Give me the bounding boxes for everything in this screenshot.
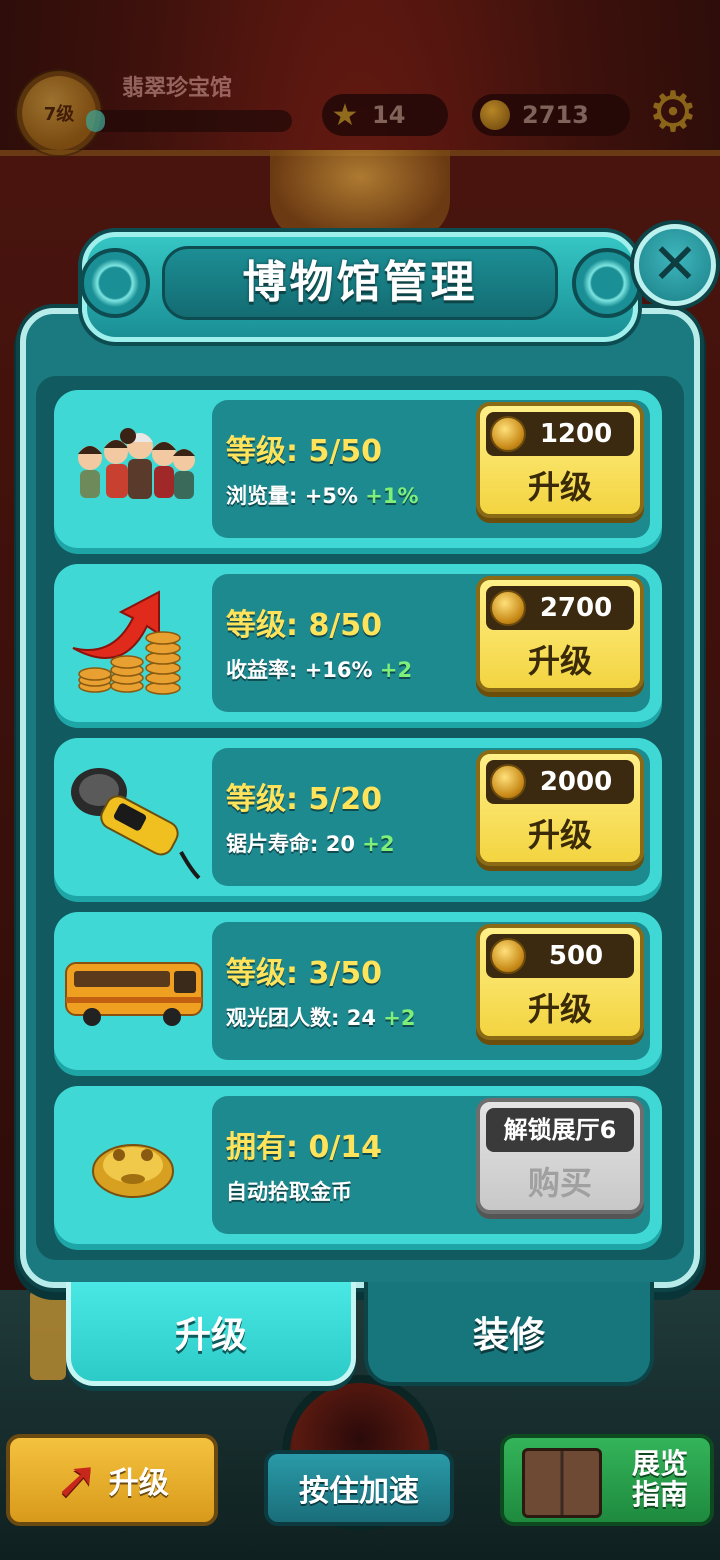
coin-icon: [478, 98, 512, 132]
visitors-group-icon: [60, 400, 206, 538]
guide-line-2: 指南: [631, 1478, 688, 1511]
tab-upgrade-label: 升级: [174, 1314, 247, 1356]
card-level: 等级: 5/20: [226, 782, 383, 817]
upgrade-button[interactable]: 500 升级: [476, 924, 644, 1040]
golden-toad-icon: [60, 1096, 206, 1234]
museum-name: 翡翠珍宝馆: [122, 76, 233, 101]
coin-icon: [490, 764, 526, 800]
price: 500: [548, 941, 604, 971]
card-description: 浏览量: +5% +1%: [226, 480, 419, 510]
card-description: 锯片寿命: 20 +2: [226, 828, 394, 858]
star-counter: ★ 14: [322, 94, 448, 136]
upgrade-main-label: 升级: [108, 1466, 169, 1501]
price-bar: 2000: [486, 760, 634, 804]
tab-decorate-label: 装修: [472, 1315, 545, 1356]
guide-line-1: 展览: [631, 1447, 688, 1481]
buy-label: 购买: [527, 1164, 592, 1202]
exhibition-guide-button[interactable]: 展览 指南: [500, 1434, 714, 1526]
price: 2000: [539, 767, 613, 797]
coin-count: 2713: [522, 101, 589, 129]
close-icon: ✕: [651, 232, 699, 297]
upgrade-label: 升级: [527, 642, 592, 680]
xp-progress-fill: [86, 110, 105, 132]
hold-speed-up-button[interactable]: 按住加速: [264, 1450, 454, 1526]
price-bar: 2700: [486, 586, 634, 630]
tab-upgrade[interactable]: 升级: [66, 1282, 356, 1386]
upgrade-card-blade: 等级: 5/20 锯片寿命: 20 +2 2000 升级: [54, 738, 662, 896]
coin-icon: [490, 590, 526, 626]
player-level-badge[interactable]: 7级: [22, 76, 96, 150]
card-bonus: +2: [383, 1006, 416, 1030]
title-ornament-right: [572, 248, 642, 318]
card-description: 收益率: +16% +2: [226, 654, 412, 684]
card-stat: 收益率: +16%: [226, 658, 373, 682]
upgrade-main-button[interactable]: ➚ 升级: [6, 1434, 218, 1526]
shrine-decoration: [270, 150, 450, 240]
upgrade-button[interactable]: 2000 升级: [476, 750, 644, 866]
card-description: 自动拾取金币: [226, 1180, 352, 1204]
card-level: 等级: 8/50: [226, 608, 383, 643]
coin-icon: [490, 416, 526, 452]
card-level: 等级: 5/50: [226, 434, 383, 469]
price-bar: 1200: [486, 412, 634, 456]
level-badge-text: 7级: [43, 104, 75, 125]
card-level: 等级: 3/50: [226, 956, 383, 991]
card-stat: 观光团人数: 24: [226, 1006, 376, 1030]
guide-label: 展览 指南: [631, 1447, 688, 1511]
coin-counter: 2713: [472, 94, 630, 136]
unlock-requirement: 解锁展厅6: [486, 1108, 634, 1152]
panel-title: 博物馆管理: [242, 257, 478, 308]
income-arrow-coins-icon: [60, 574, 206, 712]
card-owned: 拥有: 0/14: [226, 1130, 383, 1165]
upgrade-card-tour: 等级: 3/50 观光团人数: 24 +2 500 升级: [54, 912, 662, 1070]
tour-bus-icon: [60, 922, 206, 1060]
tab-decorate[interactable]: 装修: [364, 1282, 654, 1386]
angle-grinder-icon: [60, 748, 206, 886]
upgrade-label: 升级: [527, 816, 592, 854]
upgrade-label: 升级: [527, 468, 592, 506]
title-ornament-left: [80, 248, 150, 318]
upgrade-card-visitors: 等级: 5/50 浏览量: +5% +1% 1200 升级: [54, 390, 662, 548]
card-bonus: +1%: [365, 484, 419, 508]
settings-gear-icon[interactable]: ⚙: [646, 85, 700, 141]
upgrade-button[interactable]: 1200 升级: [476, 402, 644, 518]
card-bonus: +2: [362, 832, 395, 856]
price: 1200: [539, 419, 613, 449]
buy-button-locked[interactable]: 解锁展厅6 购买: [476, 1098, 644, 1214]
price-bar: 500: [486, 934, 634, 978]
card-stat: 浏览量: +5%: [226, 484, 358, 508]
item-card-golden-toad: 拥有: 0/14 自动拾取金币 解锁展厅6 购买: [54, 1086, 662, 1244]
card-bonus: +2: [379, 658, 413, 682]
card-stat: 锯片寿命: 20: [226, 832, 355, 856]
close-button[interactable]: ✕: [634, 224, 716, 306]
xp-progress-bar: [86, 110, 292, 132]
book-icon: [522, 1448, 602, 1518]
upgrade-label: 升级: [527, 990, 592, 1028]
star-icon: ★: [331, 97, 359, 133]
card-description: 观光团人数: 24 +2: [226, 1002, 415, 1032]
price: 2700: [539, 593, 613, 623]
coin-icon: [490, 938, 526, 974]
side-thumbnail: [30, 1290, 66, 1380]
star-count: 14: [372, 101, 406, 129]
upgrade-card-income: 等级: 8/50 收益率: +16% +2 2700 升级: [54, 564, 662, 722]
upgrade-button[interactable]: 2700 升级: [476, 576, 644, 692]
speed-up-label: 按住加速: [299, 1474, 419, 1509]
arrow-up-icon: ➚: [55, 1450, 99, 1510]
